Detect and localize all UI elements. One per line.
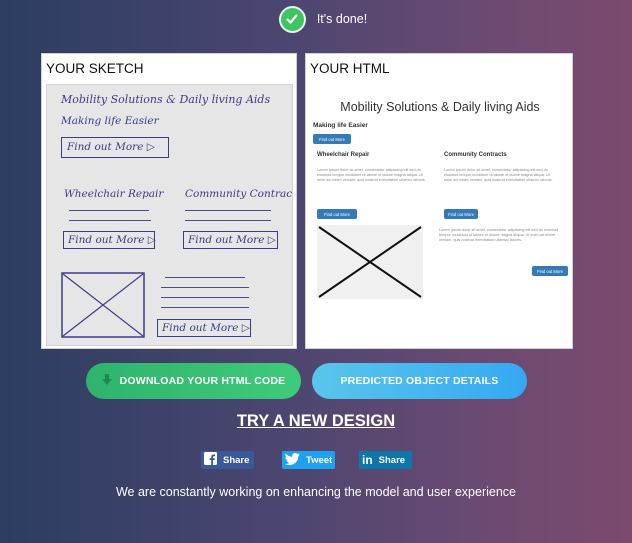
preview-col1-title: Wheelchair Repair bbox=[317, 152, 370, 158]
details-label: PREDICTED OBJECT DETAILS bbox=[340, 375, 499, 387]
sketch-image-placeholder bbox=[61, 272, 145, 338]
sketch-subheading: Making life Easier bbox=[61, 115, 159, 127]
preview-bottom-text: Lorem ipsum dolor sit amet, consectetur … bbox=[439, 228, 559, 242]
footer-text: We are constantly working on enhancing t… bbox=[115, 485, 516, 499]
placeholder-x-icon bbox=[318, 226, 422, 298]
preview-image-placeholder bbox=[317, 225, 423, 299]
check-icon bbox=[278, 5, 306, 33]
preview-col2-title: Community Contracts bbox=[444, 152, 507, 158]
preview-col2-button[interactable]: Find out More bbox=[444, 209, 478, 219]
facebook-share-label: Share bbox=[223, 454, 250, 466]
preview-top-button[interactable]: Find out More bbox=[313, 134, 351, 144]
sketch-line bbox=[161, 287, 249, 289]
sketch-top-button-label: Find out More ▷ bbox=[67, 141, 155, 153]
download-html-button[interactable]: DOWNLOAD YOUR HTML CODE bbox=[86, 363, 301, 399]
sketch-line bbox=[161, 307, 249, 309]
sketch-image: Mobility Solutions & Daily living Aids M… bbox=[46, 84, 293, 346]
sketch-line bbox=[161, 297, 249, 299]
sketch-col1-button-label: Find out More ▷ bbox=[68, 234, 156, 246]
download-arrow-icon bbox=[101, 374, 112, 388]
sketch-heading: Mobility Solutions & Daily living Aids bbox=[61, 93, 271, 106]
twitter-tweet-button[interactable]: Tweet bbox=[282, 451, 335, 469]
try-new-design-link[interactable]: TRY A NEW DESIGN bbox=[0, 412, 632, 431]
sketch-col1-button: Find out More ▷ bbox=[63, 231, 156, 249]
linkedin-share-button[interactable]: in Share bbox=[359, 451, 412, 469]
sketch-panel: YOUR SKETCH Mobility Solutions & Daily l… bbox=[41, 53, 297, 349]
sketch-top-button: Find out More ▷ bbox=[61, 137, 169, 158]
html-panel: YOUR HTML Mobility Solutions & Daily liv… bbox=[305, 53, 573, 349]
preview-subheading: Making life Easier bbox=[313, 122, 368, 129]
sketch-col2-title: Community Contracts bbox=[185, 188, 293, 200]
sketch-bottom-button: Find out More ▷ bbox=[157, 319, 251, 337]
twitter-tweet-label: Tweet bbox=[306, 454, 333, 466]
sketch-col1-title: Wheelchair Repair bbox=[64, 188, 164, 200]
facebook-icon bbox=[204, 452, 217, 468]
sketch-line bbox=[165, 277, 245, 279]
sketch-bottom-button-label: Find out More ▷ bbox=[162, 322, 250, 334]
sketch-line bbox=[185, 220, 271, 222]
preview-col1-button[interactable]: Find out More bbox=[317, 209, 357, 219]
sketch-line bbox=[185, 210, 271, 212]
html-panel-title: YOUR HTML bbox=[310, 61, 390, 76]
status-text: It's done! bbox=[316, 12, 368, 26]
sketch-line bbox=[69, 210, 149, 212]
linkedin-share-label: Share bbox=[378, 454, 406, 466]
linkedin-icon: in bbox=[362, 453, 373, 467]
sketch-col2-button-label: Find out More ▷ bbox=[188, 234, 276, 246]
preview-heading: Mobility Solutions & Daily living Aids bbox=[340, 100, 540, 114]
predicted-details-button[interactable]: PREDICTED OBJECT DETAILS bbox=[312, 363, 527, 399]
twitter-bird-icon bbox=[285, 452, 300, 468]
sketch-col2-button: Find out More ▷ bbox=[183, 231, 278, 249]
preview-col2-text: Lorem ipsum dolor sit amet, consectetur … bbox=[444, 168, 553, 182]
sketch-panel-title: YOUR SKETCH bbox=[46, 61, 144, 76]
status-row: It's done! bbox=[0, 5, 632, 33]
preview-bottom-button[interactable]: Find out More bbox=[532, 266, 568, 276]
download-label: DOWNLOAD YOUR HTML CODE bbox=[119, 375, 286, 387]
facebook-share-button[interactable]: Share bbox=[201, 451, 254, 469]
preview-col1-text: Lorem ipsum dolor sit amet, consectetur … bbox=[317, 168, 426, 182]
sketch-line bbox=[69, 220, 151, 222]
